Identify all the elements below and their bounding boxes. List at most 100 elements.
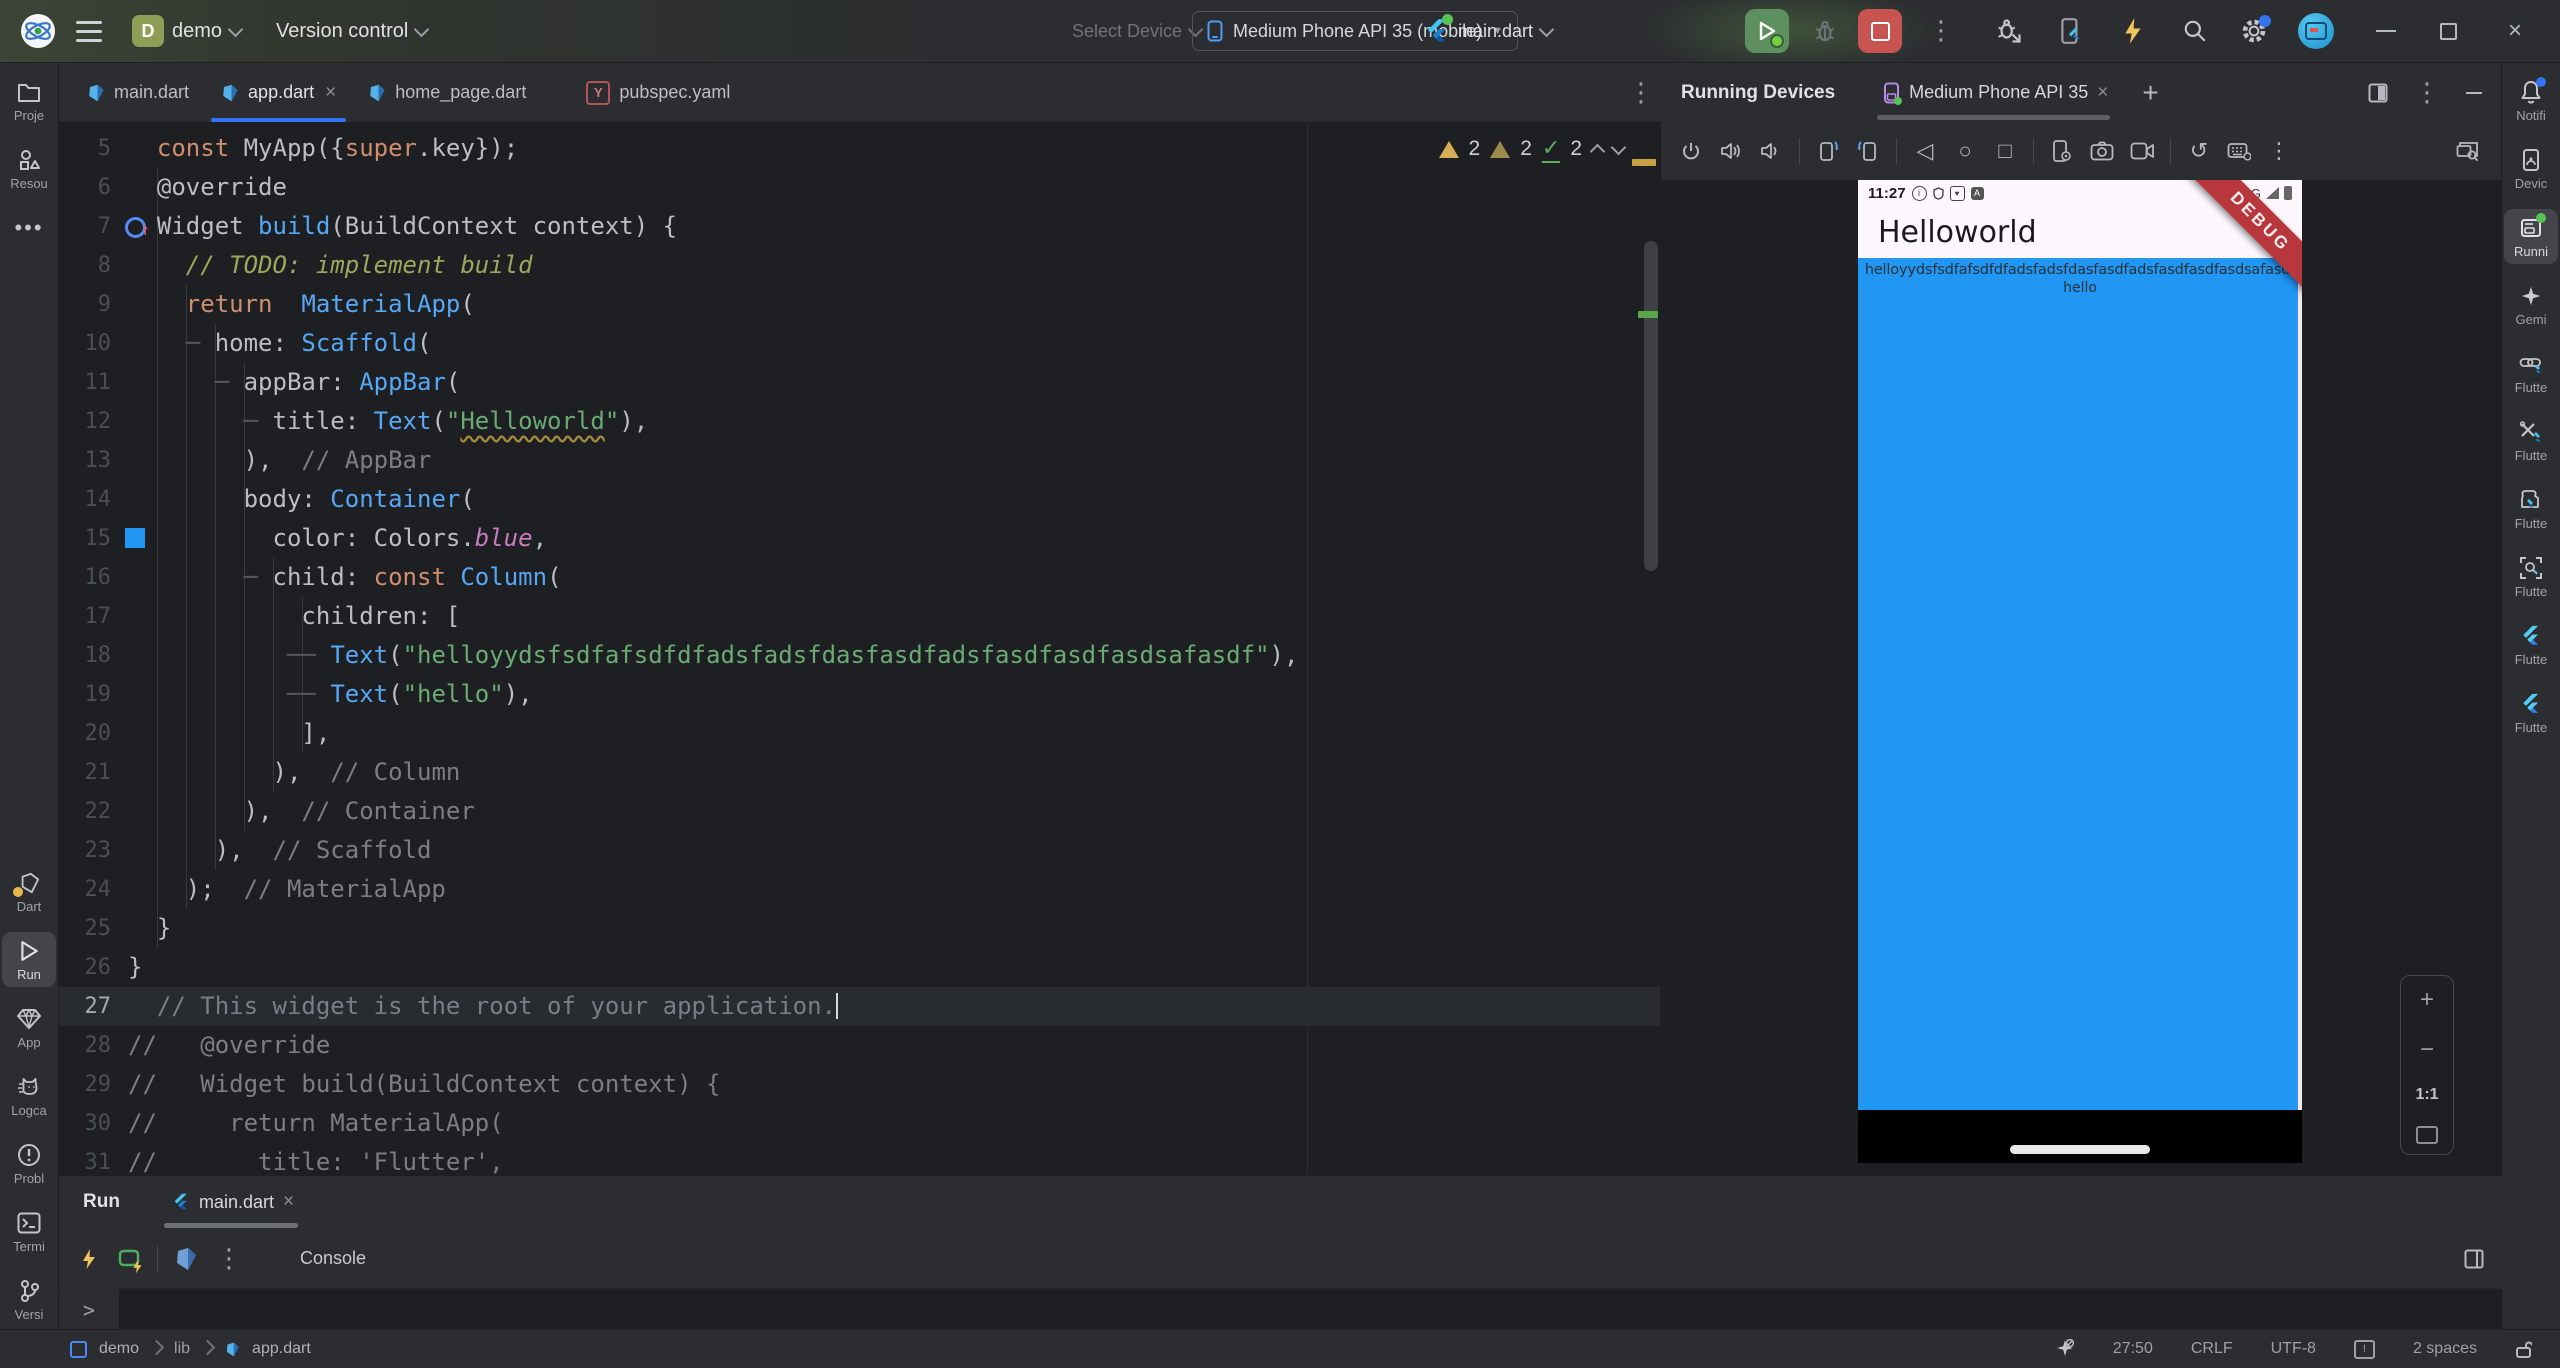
line-number[interactable]: 11 (59, 363, 111, 402)
sidebar-item-logcat[interactable]: Logca (2, 1068, 56, 1123)
run-tab-main-dart[interactable]: main.dart × (172, 1176, 294, 1228)
close-device-tab-icon[interactable]: × (2097, 82, 2108, 104)
sidebar-item-flutter-connect[interactable]: Flutte (2504, 345, 2558, 400)
device-settings-button[interactable] (2042, 131, 2082, 171)
line-number[interactable]: 31 (59, 1143, 111, 1175)
tab-home-page-dart[interactable]: home_page.dart (352, 63, 542, 122)
breadcrumb-project[interactable]: demo (99, 1340, 139, 1358)
hot-reload-button[interactable] (81, 1248, 97, 1270)
scroll-ok-mark[interactable] (1638, 311, 1658, 318)
sidebar-item-dart-analysis[interactable]: Dart (2, 864, 56, 919)
code-line-14[interactable]: 14 body: Container( (59, 480, 1660, 519)
breadcrumb-dir[interactable]: lib (174, 1340, 190, 1358)
hot-restart-button[interactable] (117, 1247, 141, 1271)
run-button[interactable] (1745, 9, 1789, 53)
debug-button[interactable] (1812, 0, 1838, 62)
line-number[interactable]: 29 (59, 1065, 111, 1104)
code-line-7[interactable]: 7↑ Widget build(BuildContext context) { (59, 207, 1660, 246)
settings-button[interactable] (2240, 0, 2268, 62)
code-line-12[interactable]: 12 ─ title: Text("Helloworld"), (59, 402, 1660, 441)
sidebar-item-app-quality-insights[interactable]: App (2, 1000, 56, 1055)
split-view-icon[interactable] (2368, 83, 2388, 103)
code-line-15[interactable]: 15 color: Colors.blue, (59, 519, 1660, 558)
zoom-out-button[interactable]: − (2420, 1036, 2434, 1064)
code-line-24[interactable]: 24 ); // MaterialApp (59, 870, 1660, 909)
line-number[interactable]: 12 (59, 402, 111, 441)
editor-tabs-menu[interactable]: ⋮ (1628, 63, 1654, 122)
sidebar-item-device-manager[interactable]: Devic (2504, 141, 2558, 196)
code-line-19[interactable]: 19 ── Text("hello"), (59, 675, 1660, 714)
panel-options-menu[interactable]: ⋮ (2414, 78, 2440, 108)
search-everywhere-button[interactable] (2182, 0, 2208, 62)
code-line-25[interactable]: 25 } (59, 909, 1660, 948)
breadcrumb[interactable]: demo lib app.dart (70, 1340, 311, 1358)
editor-scrollbar[interactable] (1644, 241, 1658, 571)
sidebar-item-flutter-outline[interactable]: Flutte (2504, 685, 2558, 740)
sidebar-item-run[interactable]: Run (2, 932, 56, 987)
line-number[interactable]: 24 (59, 870, 111, 909)
power-button[interactable] (1671, 131, 1711, 171)
lock-icon[interactable] (2515, 1340, 2532, 1359)
zoom-reset-button[interactable]: 1:1 (2415, 1086, 2438, 1104)
dart-devtools-button[interactable] (174, 1247, 198, 1271)
volume-up-button[interactable] (1711, 131, 1751, 171)
line-number[interactable]: 15 (59, 519, 111, 558)
project-widget[interactable]: D demo (132, 0, 241, 62)
attach-debugger-button[interactable] (1995, 0, 2023, 62)
sidebar-item-version-control[interactable]: Versi (2, 1272, 56, 1327)
emulator-more-menu[interactable]: ⋮ (2259, 131, 2299, 171)
line-number[interactable]: 18 (59, 636, 111, 675)
code-line-26[interactable]: 26} (59, 948, 1660, 987)
sidebar-item-flutter-performance[interactable]: Flutte (2504, 617, 2558, 672)
line-number[interactable]: 16 (59, 558, 111, 597)
code-line-10[interactable]: 10 ─ home: Scaffold( (59, 324, 1660, 363)
line-number[interactable]: 7 (59, 207, 111, 246)
reset-view-button[interactable]: ↺ (2179, 131, 2219, 171)
android-overview-button[interactable]: □ (1985, 131, 2025, 171)
android-home-button[interactable]: ○ (1945, 131, 1985, 171)
line-number[interactable]: 8 (59, 246, 111, 285)
code-line-5[interactable]: 5 const MyApp({super.key}); (59, 129, 1660, 168)
line-number[interactable]: 23 (59, 831, 111, 870)
sidebar-item-resource-manager[interactable]: Resou (2, 141, 56, 196)
vcs-widget[interactable]: Version control (276, 0, 427, 62)
code-line-29[interactable]: 29// Widget build(BuildContext context) … (59, 1065, 1660, 1104)
code-line-18[interactable]: 18 ── Text("helloyydsfsdfafsdfdfadsfadsf… (59, 636, 1660, 675)
caret-position[interactable]: 27:50 (2113, 1340, 2153, 1358)
sidebar-item-terminal[interactable]: Termi (2, 1204, 56, 1259)
hide-panel-icon[interactable] (2466, 92, 2482, 94)
line-number[interactable]: 5 (59, 129, 111, 168)
hardware-input-button[interactable] (2219, 131, 2259, 171)
code-editor[interactable]: 5 const MyApp({super.key});6 @override7↑… (59, 123, 1660, 1175)
line-number[interactable]: 28 (59, 1026, 111, 1065)
sidebar-item-running-devices[interactable]: Runni (2504, 209, 2558, 264)
zoom-fit-button[interactable] (2416, 1126, 2438, 1144)
code-line-28[interactable]: 28// @override (59, 1026, 1660, 1065)
line-number[interactable]: 19 (59, 675, 111, 714)
sidebar-item-notifications[interactable]: Notifi (2504, 73, 2558, 128)
prev-problem-icon[interactable] (1590, 143, 1606, 159)
analysis-status-icon[interactable]: ! (2354, 1340, 2375, 1359)
line-number[interactable]: 26 (59, 948, 111, 987)
code-line-20[interactable]: 20 ], (59, 714, 1660, 753)
code-line-13[interactable]: 13 ), // AppBar (59, 441, 1660, 480)
device-tab[interactable]: Medium Phone API 35 × (1883, 63, 2108, 122)
line-number[interactable]: 21 (59, 753, 111, 792)
hot-reload-button[interactable] (2122, 0, 2144, 62)
ai-assist-icon[interactable] (2055, 1339, 2075, 1359)
scroll-warning-mark[interactable] (1632, 159, 1656, 166)
flutter-attach-button[interactable] (2058, 0, 2084, 62)
sidebar-item-problems[interactable]: Probl (2, 1136, 56, 1191)
rotate-left-button[interactable] (1808, 131, 1848, 171)
sidebar-item-gemini[interactable]: Gemi (2504, 277, 2558, 332)
line-number[interactable]: 20 (59, 714, 111, 753)
profile-avatar[interactable] (2298, 0, 2334, 62)
screenshot-button[interactable] (2082, 131, 2122, 171)
code-line-23[interactable]: 23 ), // Scaffold (59, 831, 1660, 870)
next-problem-icon[interactable] (1611, 139, 1627, 155)
sidebar-item-project[interactable]: Proje (2, 73, 56, 128)
zoom-in-button[interactable]: + (2420, 986, 2434, 1014)
code-line-22[interactable]: 22 ), // Container (59, 792, 1660, 831)
line-number[interactable]: 10 (59, 324, 111, 363)
code-line-9[interactable]: 9 return MaterialApp( (59, 285, 1660, 324)
